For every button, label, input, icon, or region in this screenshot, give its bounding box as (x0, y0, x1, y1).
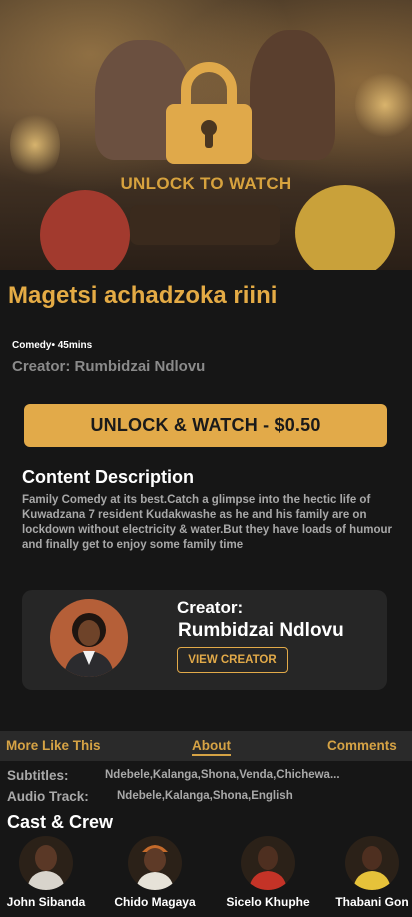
cast-name: Sicelo Khuphe (226, 895, 310, 909)
tab-about[interactable]: About (192, 738, 231, 756)
scene-lamp-glow-left (10, 110, 60, 180)
scene-child-left (40, 190, 130, 270)
hero-image[interactable]: UNLOCK TO WATCH (0, 0, 412, 270)
creator-avatar[interactable] (50, 599, 128, 677)
tab-bar: More Like This About Comments (0, 731, 412, 761)
subtitles-value: Ndebele,Kalanga,Shona,Venda,Chichewa... (105, 769, 340, 781)
creator-card: Creator: Rumbidzai Ndlovu VIEW CREATOR (22, 590, 387, 690)
cast-member[interactable]: John Sibanda (0, 836, 96, 909)
cast-member[interactable]: Chido Magaya (105, 836, 205, 909)
cast-name: Chido Magaya (114, 895, 196, 909)
movie-title: Magetsi achadzoka riini (8, 282, 278, 309)
unlock-watch-button[interactable]: UNLOCK & WATCH - $0.50 (24, 404, 387, 447)
description-heading: Content Description (22, 467, 195, 487)
cast-avatar (19, 836, 73, 890)
lock-icon (166, 62, 252, 164)
audio-track-label: Audio Track: (7, 789, 89, 804)
movie-meta: Comedy• 45mins (12, 340, 92, 351)
creator-card-name: Rumbidzai Ndlovu (178, 620, 344, 641)
scene-person-mother (250, 30, 335, 160)
description-text: Family Comedy at its best.Catch a glimps… (22, 494, 392, 551)
audio-track-value: Ndebele,Kalanga,Shona,English (117, 790, 293, 802)
view-creator-button[interactable]: VIEW CREATOR (177, 647, 288, 673)
cast-member[interactable]: Thabani Gon (322, 836, 412, 909)
cast-name: Thabani Gon (335, 895, 409, 909)
cast-name: John Sibanda (6, 895, 86, 909)
creator-card-label: Creator: (177, 598, 244, 617)
genre-label: Comedy (12, 340, 52, 351)
cast-avatar (345, 836, 399, 890)
scene-table (130, 205, 280, 245)
tab-comments[interactable]: Comments (327, 738, 397, 753)
meta-dot: • (51, 340, 55, 351)
scene-child-right (295, 185, 395, 270)
subtitles-label: Subtitles: (7, 768, 69, 783)
cast-avatar (241, 836, 295, 890)
duration-label: 45mins (57, 340, 93, 351)
unlock-overlay-text: UNLOCK TO WATCH (120, 174, 292, 193)
scene-lamp-glow-right (355, 70, 412, 140)
tab-more-like-this[interactable]: More Like This (6, 738, 101, 753)
cast-heading: Cast & Crew (7, 812, 114, 832)
cast-avatar (128, 836, 182, 890)
creator-line: Creator: Rumbidzai Ndlovu (12, 358, 206, 375)
cast-member[interactable]: Sicelo Khuphe (218, 836, 318, 909)
